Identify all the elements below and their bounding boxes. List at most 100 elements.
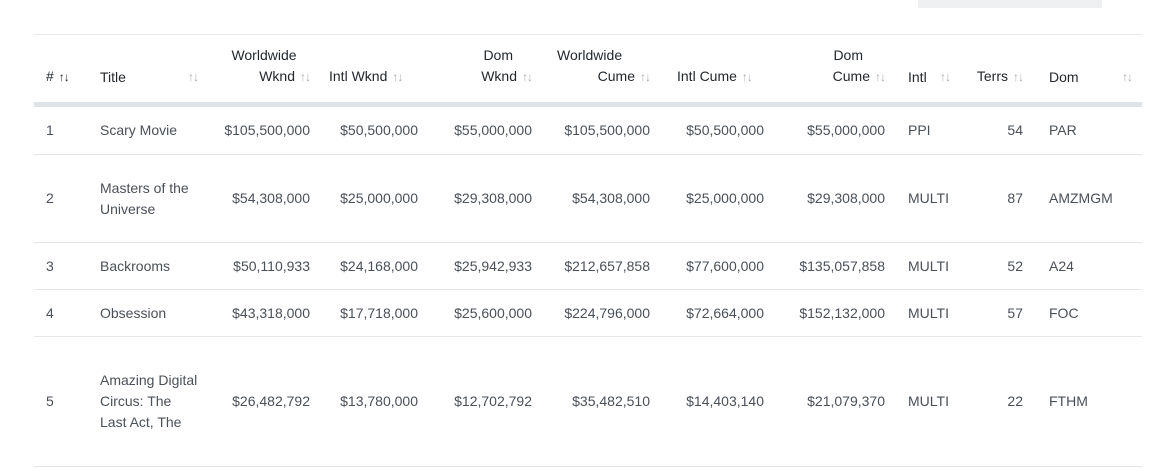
- cell-title[interactable]: Masters of the Universe: [92, 154, 204, 243]
- cell-worldwide-cume: $224,796,000: [537, 289, 655, 337]
- cell-terrs: 52: [956, 242, 1029, 290]
- cell-rank: 5: [34, 336, 92, 467]
- column-header-worldwide-cume[interactable]: Worldwide Cume ↑↓: [537, 34, 655, 102]
- cell-dom-cume: $135,057,858: [773, 242, 895, 290]
- cell-intl: MULTI: [895, 242, 956, 290]
- cell-terrs: 54: [956, 106, 1029, 155]
- column-header-intl-wknd[interactable]: Intl Wknd ↑↓: [315, 34, 424, 102]
- cell-intl-wknd: $13,780,000: [315, 336, 424, 467]
- cell-worldwide-wknd: $26,482,792: [204, 336, 315, 467]
- column-header-intl-wknd-label: Intl Wknd: [329, 67, 388, 84]
- cell-dom-wknd: $25,600,000: [424, 289, 537, 337]
- cell-worldwide-wknd: $43,318,000: [204, 289, 315, 337]
- table-header-row: # ↑↓ Title ↑↓ Worldwide Wknd ↑↓ Intl Wknd ↑…: [34, 34, 1142, 102]
- cell-dom-wknd: $55,000,000: [424, 106, 537, 155]
- column-header-title[interactable]: Title ↑↓: [92, 34, 204, 102]
- cell-dom-cume: $29,308,000: [773, 154, 895, 243]
- cell-worldwide-wknd: $105,500,000: [204, 106, 315, 155]
- column-header-rank-label: #: [46, 67, 54, 84]
- column-header-worldwide-cume-line2: Cume: [597, 67, 635, 84]
- cell-intl-cume: $77,600,000: [655, 242, 773, 290]
- cell-dom-wknd: $12,702,792: [424, 336, 537, 467]
- sort-icon[interactable]: ↑↓: [1013, 70, 1024, 84]
- column-header-dom-cume[interactable]: Dom Cume ↑↓: [773, 34, 895, 102]
- cell-rank: 4: [34, 289, 92, 337]
- sort-ascending-icon[interactable]: ↑↓: [59, 70, 70, 84]
- cell-dom: A24: [1029, 242, 1142, 290]
- sort-icon[interactable]: ↑↓: [940, 67, 951, 88]
- cell-intl-cume: $14,403,140: [655, 336, 773, 467]
- column-header-title-label: Title: [100, 68, 126, 85]
- table-body: 1 Scary Movie $105,500,000 $50,500,000 $55,0…: [34, 106, 1142, 467]
- sort-icon[interactable]: ↑↓: [300, 70, 311, 84]
- cell-intl: PPI: [895, 106, 956, 155]
- column-header-terrs[interactable]: Terrs ↑↓: [956, 34, 1029, 102]
- cell-terrs: 22: [956, 336, 1029, 467]
- cell-dom-cume: $21,079,370: [773, 336, 895, 467]
- cell-worldwide-wknd: $50,110,933: [204, 242, 315, 290]
- column-header-intl[interactable]: Intl ↑↓: [895, 34, 956, 102]
- cell-intl-wknd: $24,168,000: [315, 242, 424, 290]
- top-control-box[interactable]: [918, 0, 1102, 8]
- box-office-table: # ↑↓ Title ↑↓ Worldwide Wknd ↑↓ Intl Wknd ↑…: [34, 34, 1142, 467]
- cell-intl-wknd: $25,000,000: [315, 154, 424, 243]
- sort-icon[interactable]: ↑↓: [188, 67, 199, 88]
- column-header-worldwide-cume-line1: Worldwide: [557, 46, 623, 63]
- cell-dom-wknd: $29,308,000: [424, 154, 537, 243]
- cell-worldwide-cume: $54,308,000: [537, 154, 655, 243]
- cell-intl: MULTI: [895, 289, 956, 337]
- column-header-worldwide-wknd-line1: Worldwide: [231, 46, 297, 63]
- cell-intl-cume: $72,664,000: [655, 289, 773, 337]
- cell-dom: AMZMGM: [1029, 154, 1142, 243]
- column-header-dom-label: Dom: [1049, 68, 1079, 85]
- column-header-dom-wknd[interactable]: Dom Wknd ↑↓: [424, 34, 537, 102]
- cell-intl-cume: $25,000,000: [655, 154, 773, 243]
- column-header-dom[interactable]: Dom ↑↓: [1029, 34, 1142, 102]
- sort-icon[interactable]: ↑↓: [875, 70, 886, 84]
- cell-dom-cume: $55,000,000: [773, 106, 895, 155]
- sort-icon[interactable]: ↑↓: [522, 70, 533, 84]
- cell-dom: FTHM: [1029, 336, 1142, 467]
- sort-icon[interactable]: ↑↓: [1122, 67, 1133, 88]
- cell-rank: 1: [34, 106, 92, 155]
- column-header-intl-cume-label: Intl Cume: [677, 67, 737, 84]
- cell-worldwide-wknd: $54,308,000: [204, 154, 315, 243]
- cell-worldwide-cume: $35,482,510: [537, 336, 655, 467]
- cell-intl-wknd: $50,500,000: [315, 106, 424, 155]
- cell-rank: 2: [34, 154, 92, 243]
- cell-dom-wknd: $25,942,933: [424, 242, 537, 290]
- cell-intl-cume: $50,500,000: [655, 106, 773, 155]
- cell-dom: FOC: [1029, 289, 1142, 337]
- cell-dom-cume: $152,132,000: [773, 289, 895, 337]
- table-row[interactable]: 5 Amazing Digital Circus: The Last Act, T…: [34, 336, 1142, 467]
- sort-icon[interactable]: ↑↓: [742, 70, 753, 84]
- cell-title[interactable]: Scary Movie: [92, 106, 204, 155]
- cell-worldwide-cume: $212,657,858: [537, 242, 655, 290]
- cell-rank: 3: [34, 242, 92, 290]
- column-header-worldwide-wknd-line2: Wknd: [259, 67, 295, 84]
- cell-dom: PAR: [1029, 106, 1142, 155]
- column-header-dom-cume-line2: Cume: [832, 67, 870, 84]
- column-header-dom-wknd-line2: Wknd: [481, 67, 517, 84]
- column-header-terrs-label: Terrs: [976, 67, 1008, 84]
- column-header-worldwide-wknd[interactable]: Worldwide Wknd ↑↓: [204, 34, 315, 102]
- cell-intl: MULTI: [895, 336, 956, 467]
- cell-title[interactable]: Backrooms: [92, 242, 204, 290]
- cell-title[interactable]: Obsession: [92, 289, 204, 337]
- column-header-dom-cume-line1: Dom: [833, 46, 863, 63]
- cell-terrs: 57: [956, 289, 1029, 337]
- sort-icon[interactable]: ↑↓: [640, 70, 651, 84]
- cell-terrs: 87: [956, 154, 1029, 243]
- cell-intl-wknd: $17,718,000: [315, 289, 424, 337]
- page: # ↑↓ Title ↑↓ Worldwide Wknd ↑↓ Intl Wknd ↑…: [0, 0, 1163, 475]
- table-row[interactable]: 1 Scary Movie $105,500,000 $50,500,000 $55,0…: [34, 106, 1142, 155]
- column-header-rank[interactable]: # ↑↓: [34, 34, 92, 102]
- column-header-intl-cume[interactable]: Intl Cume ↑↓: [655, 34, 773, 102]
- table-row[interactable]: 3 Backrooms $50,110,933 $24,168,000 $25,942,…: [34, 242, 1142, 290]
- table-row[interactable]: 4 Obsession $43,318,000 $17,718,000 $25,600,…: [34, 289, 1142, 337]
- cell-title[interactable]: Amazing Digital Circus: The Last Act, Th…: [92, 336, 204, 467]
- sort-icon[interactable]: ↑↓: [392, 70, 403, 84]
- column-header-intl-label: Intl: [908, 68, 927, 85]
- table-row[interactable]: 2 Masters of the Universe $54,308,000 $25,0…: [34, 154, 1142, 243]
- column-header-dom-wknd-line1: Dom: [483, 46, 513, 63]
